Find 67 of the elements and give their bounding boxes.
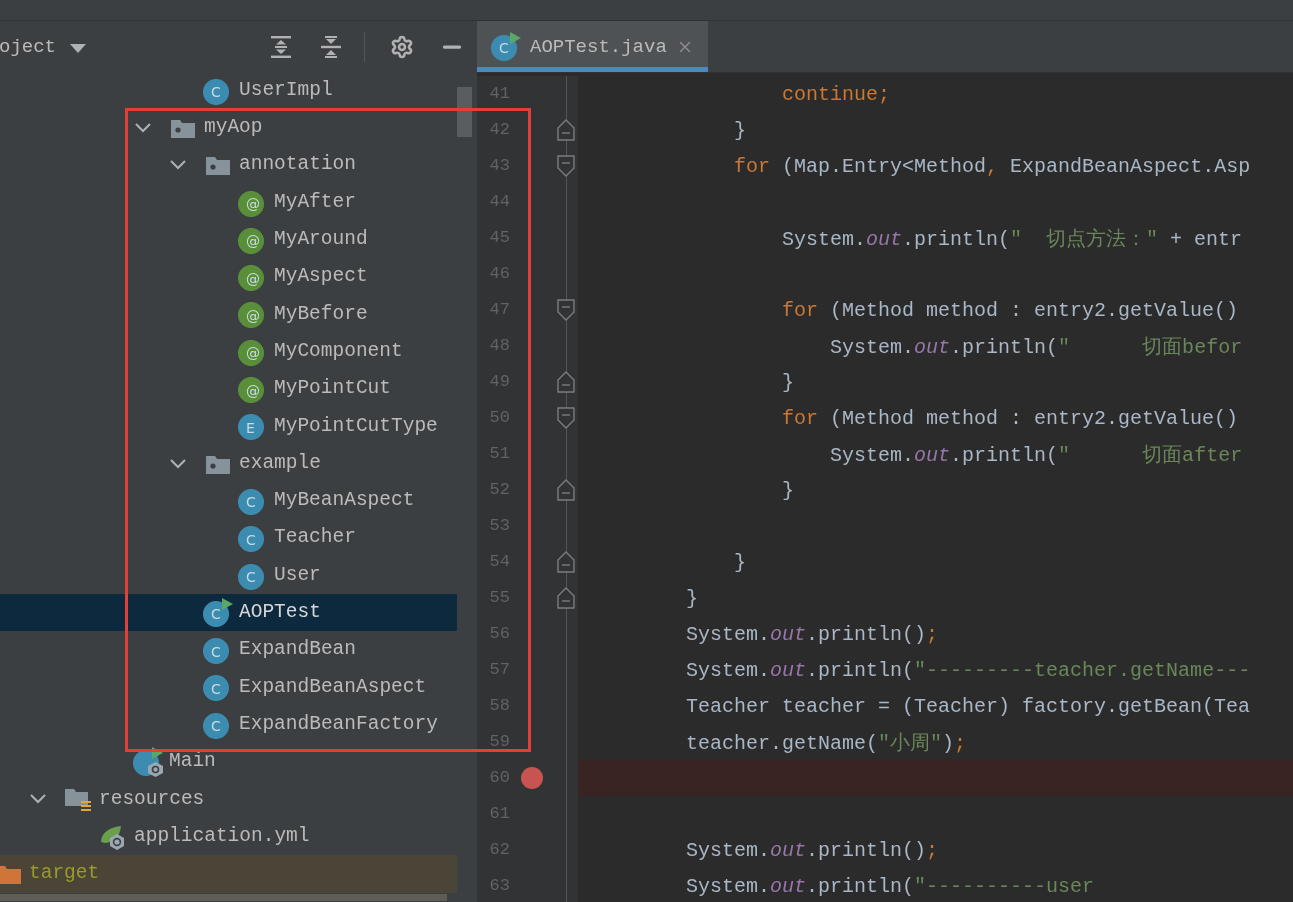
tree-item[interactable]: C ExpandBean — [0, 631, 457, 669]
tree-item[interactable]: target — [0, 855, 457, 893]
tree-item[interactable]: myAop — [0, 109, 457, 147]
tree-item[interactable]: C Teacher — [0, 519, 457, 557]
code-line: } — [781, 477, 796, 504]
code-line: continue; — [781, 81, 892, 108]
tree-item[interactable]: annotation — [0, 146, 457, 184]
code-line: } — [685, 585, 700, 612]
resources-folder-icon — [64, 786, 92, 813]
runnable-class-icon — [133, 747, 163, 777]
horizontal-scrollbar[interactable] — [0, 894, 447, 901]
chevron-down-icon[interactable] — [29, 793, 47, 806]
tree-item[interactable]: C ExpandBeanFactory — [0, 706, 457, 744]
package-icon — [205, 154, 231, 177]
tree-item[interactable]: C MyBeanAspect — [0, 482, 457, 520]
tree-item[interactable]: resources — [0, 780, 457, 818]
fold-marker-icon[interactable] — [557, 119, 575, 141]
tree-item[interactable]: @ MyAround — [0, 221, 457, 259]
tree-item[interactable]: example — [0, 444, 457, 483]
fold-marker-icon[interactable] — [557, 155, 575, 177]
tree-item[interactable]: @ MyComponent — [0, 333, 457, 371]
code-line: Teacher teacher = (Teacher) factory.getBean(Tea — [685, 693, 1252, 720]
fold-marker-icon[interactable] — [557, 299, 575, 321]
code-line: } — [781, 369, 796, 396]
tree-item[interactable]: C UserImpl — [0, 72, 457, 110]
code-line: System.out.println(); — [685, 837, 940, 864]
code-line: System.out.println(" 切面after — [829, 442, 1244, 469]
fold-marker-icon[interactable] — [557, 407, 575, 429]
collapse-all-icon[interactable] — [318, 33, 344, 60]
code-line: System.out.println(" 切面befor — [829, 334, 1244, 361]
breakpoint-dot[interactable] — [521, 767, 543, 789]
runnable-class-icon: C — [491, 31, 521, 62]
tree-item[interactable]: application.yml — [0, 817, 457, 856]
dropdown-caret-icon[interactable] — [70, 43, 86, 54]
code-line: for (Method method : entry2.getValue() — [781, 297, 1240, 324]
tree-item[interactable]: @ MyAfter — [0, 183, 457, 222]
tree-item[interactable]: C AOPTest — [0, 594, 457, 632]
tree-item[interactable]: C User — [0, 556, 457, 595]
code-line: System.out.println("----------user — [685, 873, 1096, 900]
panel-title: oject — [0, 35, 56, 58]
fold-marker-icon[interactable] — [557, 551, 575, 573]
fold-marker-icon[interactable] — [557, 371, 575, 393]
tree-item[interactable]: C ExpandBeanAspect — [0, 668, 457, 707]
code-line: teacher.getName("小周"); — [685, 730, 968, 757]
editor-tab[interactable]: C AOPTest.java — [477, 21, 708, 72]
tree-item[interactable]: @ MyAspect — [0, 258, 457, 296]
tree-item[interactable]: @ MyPointCut — [0, 370, 457, 408]
tree-item[interactable]: @ MyBefore — [0, 295, 457, 334]
fold-marker-icon[interactable] — [557, 587, 575, 609]
code-line: } — [733, 549, 748, 576]
expand-all-icon[interactable] — [268, 33, 294, 60]
tree-item[interactable]: Main — [0, 743, 457, 781]
code-line: } — [733, 117, 748, 144]
code-line: for (Method method : entry2.getValue() — [781, 405, 1240, 432]
runnable-class-icon: C — [203, 597, 233, 628]
tree-item[interactable]: E MyPointCutType — [0, 407, 457, 445]
scrollbar-thumb[interactable] — [457, 87, 472, 137]
code-line: for (Map.Entry<Method, ExpandBeanAspect.Asp — [733, 153, 1252, 180]
chevron-down-icon[interactable] — [134, 121, 152, 134]
spring-leaf-icon — [99, 823, 127, 850]
fold-marker-icon[interactable] — [557, 479, 575, 501]
chevron-down-icon[interactable] — [169, 457, 187, 470]
chevron-down-icon[interactable] — [169, 159, 187, 172]
code-line: System.out.println("---------teacher.getName--- — [685, 657, 1252, 684]
code-line: System.out.println(); — [685, 621, 940, 648]
code-line: System.out.println(" 切点方法：" + entr — [781, 226, 1244, 253]
settings-icon[interactable] — [389, 33, 415, 60]
